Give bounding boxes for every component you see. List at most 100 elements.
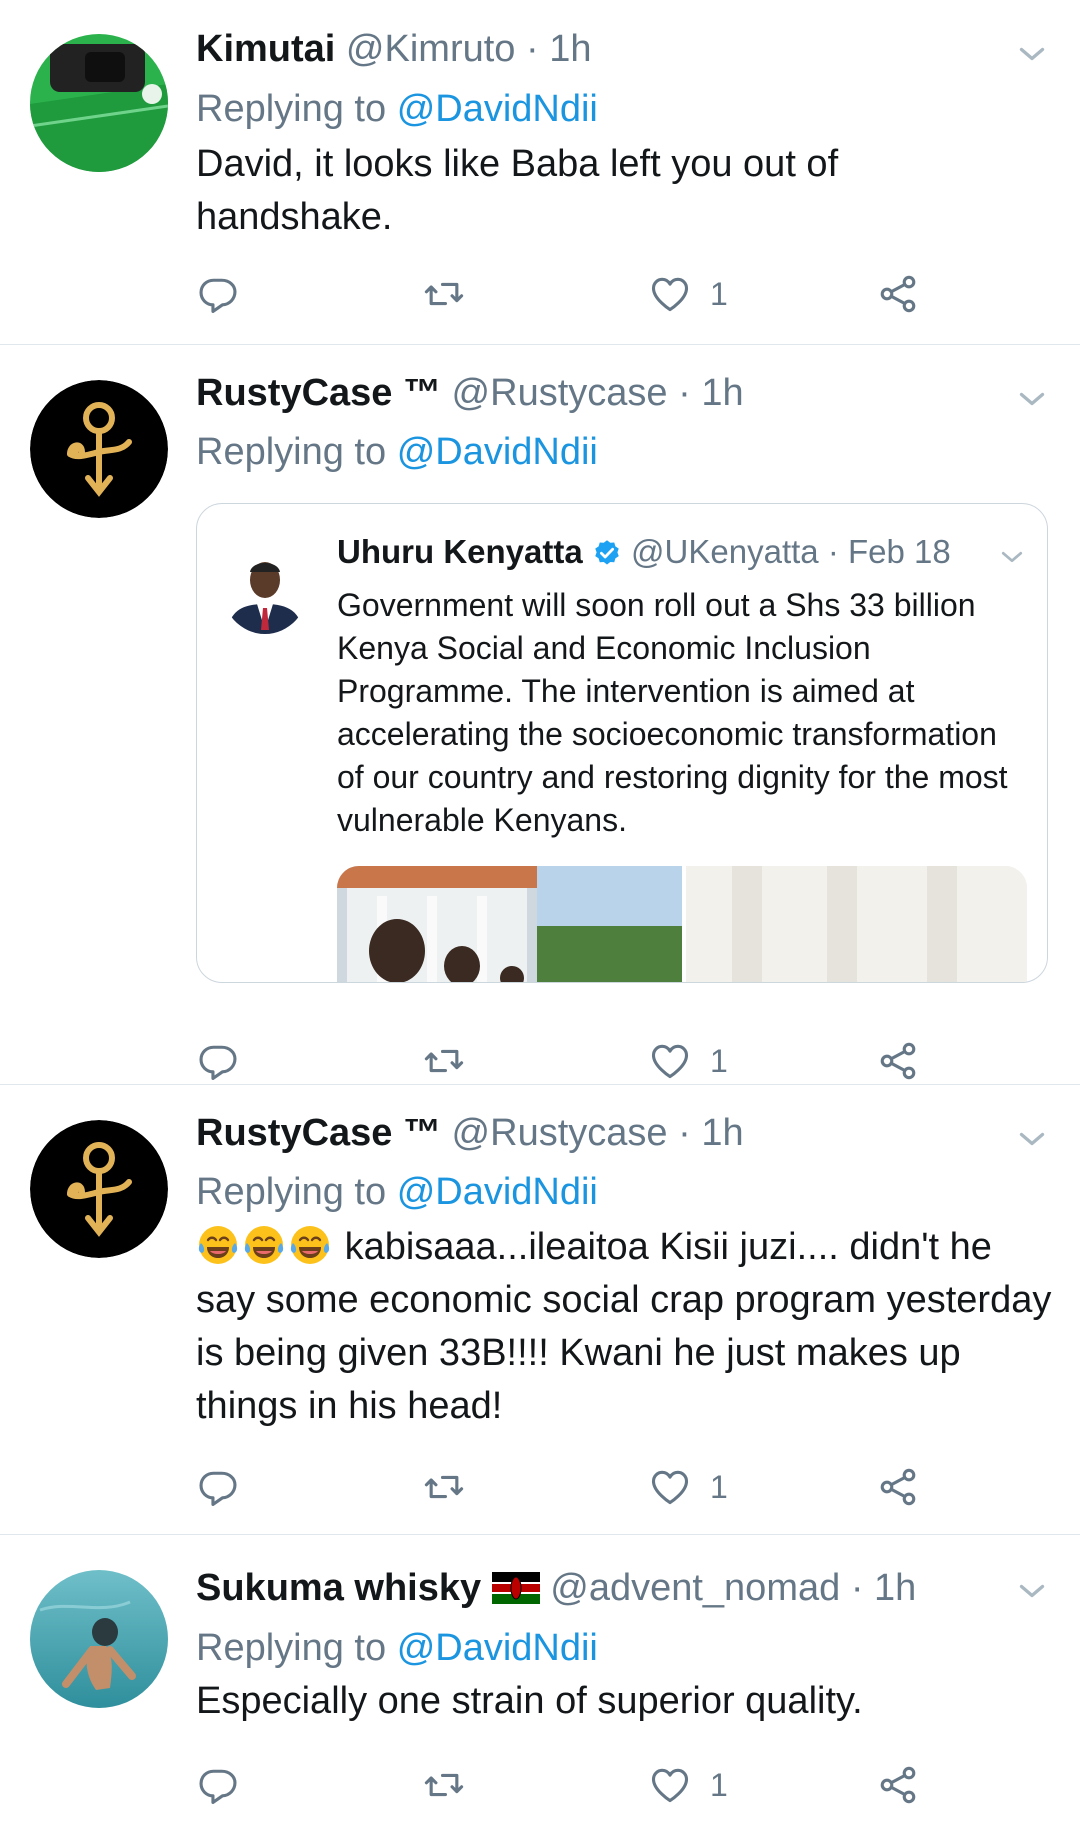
reply-icon: [196, 272, 240, 316]
replying-to: Replying to @DavidNdii: [196, 1169, 598, 1215]
mention-link[interactable]: @DavidNdii: [397, 88, 598, 130]
tweet-header: Sukuma whisky @advent_nomad · 1h: [196, 1565, 1000, 1611]
retweet-icon: [422, 1039, 466, 1083]
mention-link[interactable]: @DavidNdii: [397, 1627, 598, 1669]
share-icon: [876, 1465, 920, 1509]
tweet-actions: 1: [196, 1463, 936, 1511]
like-count: 1: [710, 275, 728, 312]
quoted-media-image[interactable]: [337, 866, 1027, 982]
timestamp[interactable]: 1h: [549, 28, 591, 70]
quoted-author-handle[interactable]: @UKenyatta: [631, 533, 819, 570]
tweet-body: kabisaaa...ileaitoa Kisii juzi.... didn'…: [196, 1221, 1056, 1433]
love-symbol-avatar-icon[interactable]: [30, 380, 168, 518]
replying-to: Replying to @DavidNdii: [196, 429, 598, 475]
like-count: 1: [710, 1468, 728, 1505]
chevron-down-icon[interactable]: [1014, 1121, 1050, 1157]
quoted-tweet-header: Uhuru Kenyatta @UKenyatta · Feb 18: [337, 530, 951, 574]
timestamp[interactable]: 1h: [874, 1567, 916, 1609]
author-handle[interactable]: @Rustycase: [452, 1112, 668, 1154]
like-button[interactable]: 1: [648, 270, 728, 318]
reply-button[interactable]: [196, 1463, 240, 1511]
author-name[interactable]: RustyCase: [196, 1112, 392, 1154]
share-button[interactable]: [876, 1037, 920, 1085]
retweet-button[interactable]: [422, 270, 466, 318]
like-button[interactable]: 1: [648, 1761, 728, 1809]
tears-of-joy-emoji-icon: [288, 1223, 332, 1267]
tweet[interactable]: Kimutai @Kimruto · 1h Replying to @David…: [0, 0, 1080, 345]
reply-button[interactable]: [196, 270, 240, 318]
author-name[interactable]: Sukuma whisky: [196, 1567, 481, 1609]
replying-prefix: Replying to: [196, 1171, 387, 1213]
quoted-tweet-text: Government will soon roll out a Shs 33 b…: [337, 587, 1008, 838]
chevron-down-icon[interactable]: [997, 542, 1027, 572]
tears-of-joy-emoji-icon: [242, 1223, 286, 1267]
like-count: 1: [710, 1766, 728, 1803]
author-name[interactable]: Kimutai: [196, 28, 335, 70]
separator-dot: ·: [827, 533, 839, 570]
share-icon: [876, 1763, 920, 1807]
separator-dot: ·: [525, 28, 539, 70]
author-handle[interactable]: @Kimruto: [346, 28, 516, 70]
reply-button[interactable]: [196, 1037, 240, 1085]
author-handle[interactable]: @advent_nomad: [550, 1567, 840, 1609]
tweet-actions: 1: [196, 1761, 936, 1809]
trademark: ™: [402, 372, 441, 414]
love-symbol-avatar-icon[interactable]: [30, 1120, 168, 1258]
replying-prefix: Replying to: [196, 431, 387, 473]
author-name[interactable]: RustyCase: [196, 372, 392, 414]
replying-prefix: Replying to: [196, 1627, 387, 1669]
share-button[interactable]: [876, 1463, 920, 1511]
chevron-down-icon[interactable]: [1014, 36, 1050, 72]
timestamp[interactable]: 1h: [701, 372, 743, 414]
reply-button[interactable]: [196, 1761, 240, 1809]
separator-dot: ·: [678, 372, 691, 414]
replying-to: Replying to @DavidNdii: [196, 86, 598, 132]
separator-dot: ·: [678, 1112, 691, 1154]
jersey-avatar-icon[interactable]: [30, 34, 168, 172]
retweet-button[interactable]: [422, 1761, 466, 1809]
kenya-flag-icon: [491, 1572, 540, 1604]
verified-badge-icon: [595, 540, 619, 565]
reply-icon: [196, 1763, 240, 1807]
mention-link[interactable]: @DavidNdii: [397, 431, 598, 473]
share-button[interactable]: [876, 270, 920, 318]
heart-icon: [648, 1763, 692, 1807]
retweet-button[interactable]: [422, 1463, 466, 1511]
tweet-text: Especially one strain of superior qualit…: [196, 1680, 863, 1722]
separator-dot: ·: [850, 1567, 864, 1609]
tweet[interactable]: Sukuma whisky @advent_nomad · 1h Replyin…: [0, 1535, 1080, 1834]
reply-icon: [196, 1039, 240, 1083]
tweet-actions: 1: [196, 1037, 936, 1085]
tears-of-joy-emoji-icon: [196, 1223, 240, 1267]
author-handle[interactable]: @Rustycase: [452, 372, 668, 414]
retweet-icon: [422, 1763, 466, 1807]
tweet[interactable]: RustyCase ™ @Rustycase · 1h Replying to …: [0, 345, 1080, 1085]
tweet-actions: 1: [196, 270, 936, 318]
mention-link[interactable]: @DavidNdii: [397, 1171, 598, 1213]
tweet[interactable]: RustyCase ™ @Rustycase · 1h Replying to …: [0, 1085, 1080, 1535]
replying-prefix: Replying to: [196, 88, 387, 130]
heart-icon: [648, 1039, 692, 1083]
trademark: ™: [402, 1112, 441, 1154]
chevron-down-icon[interactable]: [1014, 381, 1050, 417]
heart-icon: [648, 1465, 692, 1509]
quoted-author-name[interactable]: Uhuru Kenyatta: [337, 533, 583, 570]
share-icon: [876, 272, 920, 316]
quoted-tweet-card[interactable]: Uhuru Kenyatta @UKenyatta · Feb 18 Gover…: [196, 503, 1048, 983]
chevron-down-icon[interactable]: [1014, 1573, 1050, 1609]
quoted-author-avatar[interactable]: [221, 538, 309, 634]
tweet-header: RustyCase ™ @Rustycase · 1h: [196, 1110, 1000, 1156]
share-button[interactable]: [876, 1761, 920, 1809]
like-button[interactable]: 1: [648, 1463, 728, 1511]
underwater-avatar-icon[interactable]: [30, 1570, 168, 1708]
heart-icon: [648, 272, 692, 316]
replying-to: Replying to @DavidNdii: [196, 1625, 598, 1671]
like-button[interactable]: 1: [648, 1037, 728, 1085]
timestamp[interactable]: 1h: [701, 1112, 743, 1154]
share-icon: [876, 1039, 920, 1083]
retweet-button[interactable]: [422, 1037, 466, 1085]
like-count: 1: [710, 1042, 728, 1079]
retweet-icon: [422, 1465, 466, 1509]
reply-icon: [196, 1465, 240, 1509]
quoted-date[interactable]: Feb 18: [848, 533, 951, 570]
